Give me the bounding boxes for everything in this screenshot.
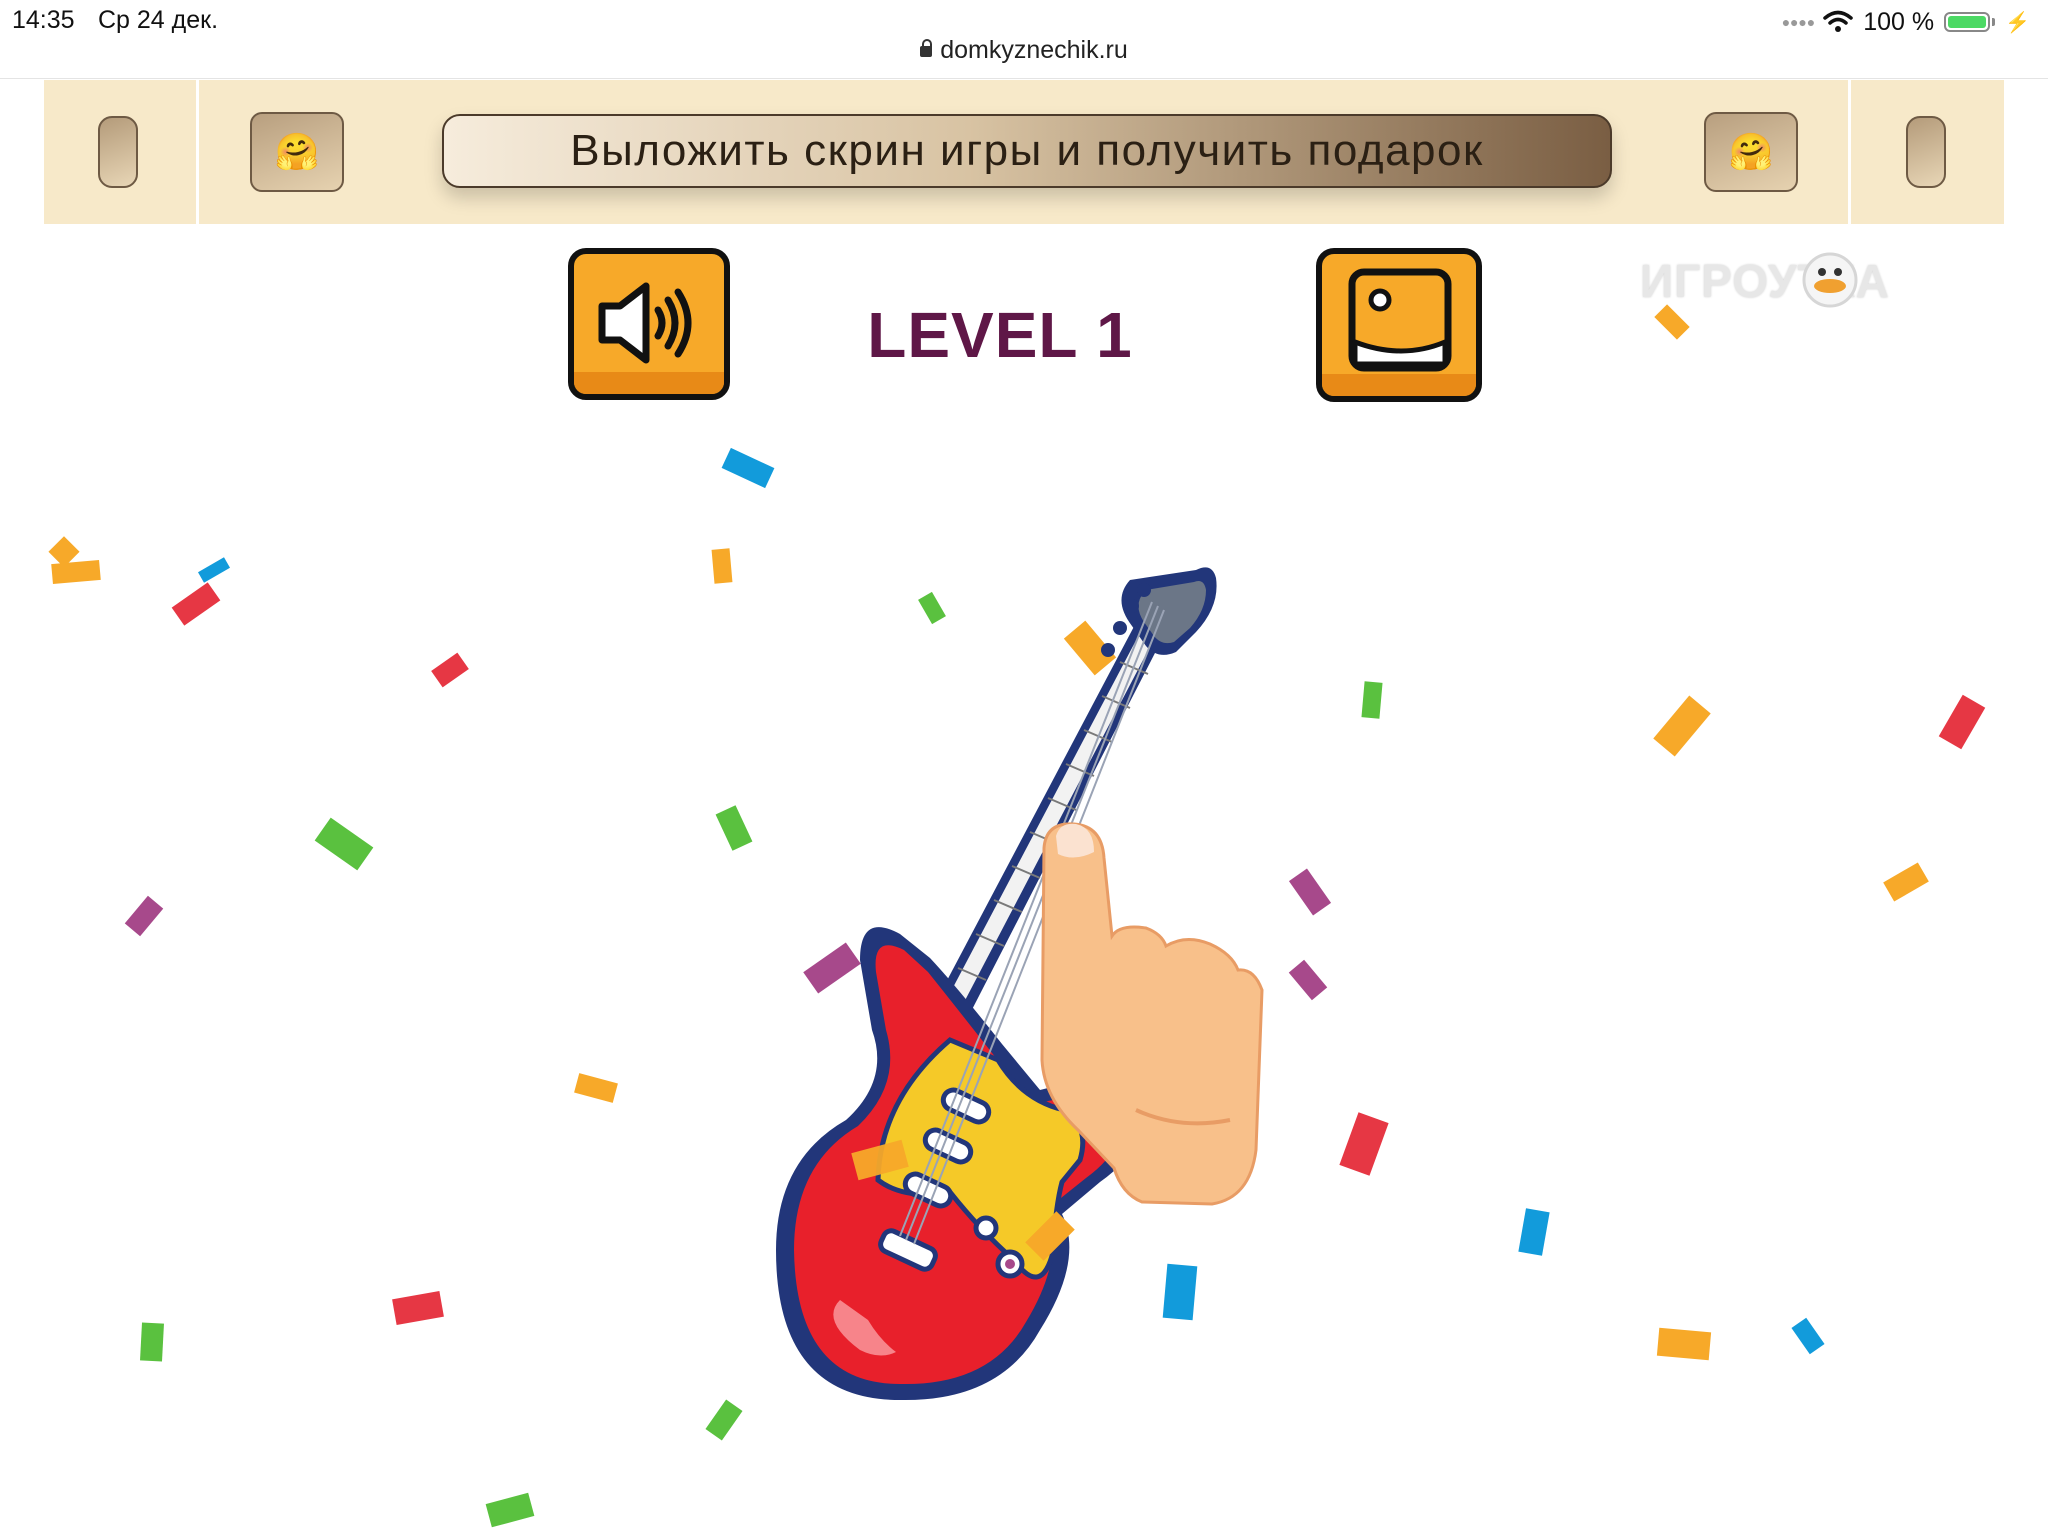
- game-play-area: [48, 304, 1986, 1528]
